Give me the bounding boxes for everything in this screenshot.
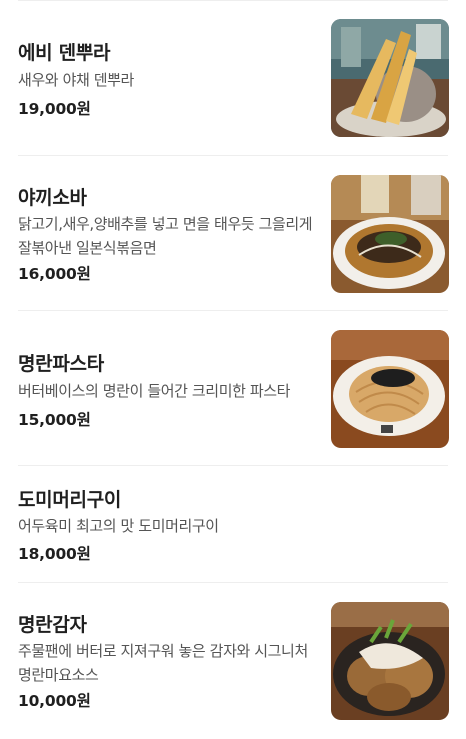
menu-item-price: 10,000원 bbox=[18, 692, 91, 710]
menu-item-name: 에비 덴뿌라 bbox=[18, 42, 111, 64]
menu-item-name: 도미머리구이 bbox=[18, 489, 122, 511]
menu-item-name: 명란감자 bbox=[18, 614, 87, 636]
tempura-photo bbox=[331, 19, 449, 137]
menu-item-mentaiko-potato[interactable]: 명란감자 주물팬에 버터로 지져구워 놓은 감자와 시그니처 명란마요소스 10… bbox=[0, 583, 466, 739]
menu-item-name: 야끼소바 bbox=[18, 187, 87, 209]
menu-item-description: 버터베이스의 명란이 들어간 크리미한 파스타 bbox=[18, 382, 291, 400]
menu-item-domi-meori-gui[interactable]: 도미머리구이 어두육미 최고의 맛 도미머리구이 18,000원 bbox=[0, 466, 466, 583]
yakisoba-photo bbox=[331, 175, 449, 293]
mentaiko-potato-photo bbox=[331, 602, 449, 720]
menu-item-description: 새우와 야채 덴뿌라 bbox=[18, 71, 134, 89]
menu-item-price: 16,000원 bbox=[18, 265, 91, 283]
menu-item-description: 어두육미 최고의 맛 도미머리구이 bbox=[18, 517, 219, 535]
menu-item-yakisoba[interactable]: 야끼소바 닭고기,새우,양배추를 넣고 면을 태우듯 그을리게 잘볶아낸 일본식… bbox=[0, 156, 466, 311]
menu-item-price: 18,000원 bbox=[18, 545, 91, 563]
menu-item-description: 닭고기,새우,양배추를 넣고 면을 태우듯 그을리게 잘볶아낸 일본식볶음면 bbox=[18, 215, 313, 257]
menu-item-mentaiko-pasta[interactable]: 명란파스타 버터베이스의 명란이 들어간 크리미한 파스타 15,000원 bbox=[0, 311, 466, 466]
menu-item-ebi-tempura[interactable]: 에비 덴뿌라 새우와 야채 덴뿌라 19,000원 bbox=[0, 0, 466, 156]
menu-item-name: 명란파스타 bbox=[18, 353, 104, 375]
menu-item-price: 19,000원 bbox=[18, 100, 91, 118]
menu-list: 에비 덴뿌라 새우와 야채 덴뿌라 19,000원 야끼소바 닭고기,새우,양배… bbox=[0, 0, 466, 739]
menu-item-price: 15,000원 bbox=[18, 411, 91, 429]
mentaiko-pasta-photo bbox=[331, 330, 449, 448]
menu-item-description: 주물팬에 버터로 지져구워 놓은 감자와 시그니처 명란마요소스 bbox=[18, 642, 308, 684]
